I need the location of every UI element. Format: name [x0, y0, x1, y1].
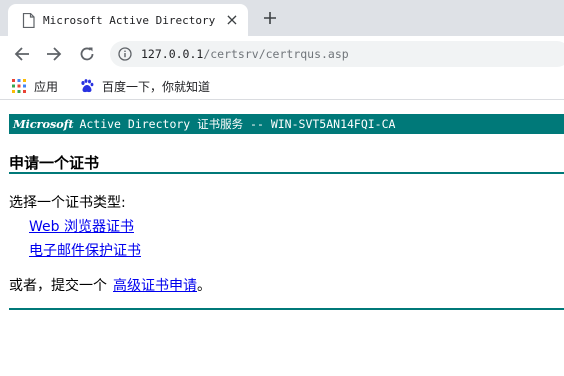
- banner-text: Active Directory 证书服务 -- WIN-SVT5AN14FQI…: [79, 117, 396, 131]
- web-browser-cert-link[interactable]: Web 浏览器证书: [29, 216, 134, 236]
- page-content: Microsoft Active Directory 证书服务 -- WIN-S…: [0, 100, 564, 376]
- reload-icon[interactable]: [74, 41, 100, 67]
- advanced-cert-request-link[interactable]: 高级证书申请: [113, 278, 197, 294]
- divider-bottom: [9, 308, 564, 310]
- baidu-paw-icon: [80, 79, 94, 93]
- bookmark-apps[interactable]: 应用: [12, 78, 58, 94]
- url-text: 127.0.0.1/certsrv/certrqus.asp: [141, 47, 349, 61]
- plus-icon[interactable]: [258, 8, 282, 28]
- browser-toolbar: 127.0.0.1/certsrv/certrqus.asp: [0, 36, 564, 72]
- arrow-left-icon[interactable]: [9, 41, 35, 67]
- tab-strip: Microsoft Active Directory 证书服务 ×: [0, 0, 564, 36]
- alt-text: 或者，提交一个: [9, 278, 107, 294]
- document-icon: [22, 12, 35, 28]
- apps-grid-icon: [12, 79, 26, 93]
- bookmark-apps-label: 应用: [34, 79, 59, 94]
- alt-end: 。: [197, 278, 211, 294]
- browser-tab[interactable]: Microsoft Active Directory 证书服务 ×: [8, 4, 248, 36]
- url-host: 127.0.0.1: [141, 47, 204, 61]
- info-icon[interactable]: [118, 47, 132, 61]
- tab-title: Microsoft Active Directory 证书服务: [43, 14, 219, 27]
- bookmark-baidu[interactable]: 百度一下，你就知道: [80, 78, 210, 94]
- advanced-request-line: 或者，提交一个 高级证书申请。: [9, 275, 211, 295]
- microsoft-logo: Microsoft: [13, 117, 74, 131]
- page-title: 申请一个证书: [9, 154, 100, 172]
- close-tab-icon[interactable]: ×: [224, 12, 240, 28]
- bookmark-baidu-label: 百度一下，你就知道: [102, 79, 211, 94]
- bookmarks-bar: 应用 百度一下，你就知道: [0, 72, 564, 100]
- divider-top: [9, 172, 564, 174]
- url-path: /certsrv/certrqus.asp: [203, 47, 349, 61]
- arrow-right-icon[interactable]: [41, 41, 67, 67]
- product-banner: Microsoft Active Directory 证书服务 -- WIN-S…: [9, 114, 564, 134]
- address-bar[interactable]: 127.0.0.1/certsrv/certrqus.asp: [110, 41, 564, 67]
- cert-type-prompt: 选择一个证书类型:: [9, 195, 126, 211]
- email-protection-cert-link[interactable]: 电子邮件保护证书: [29, 240, 141, 260]
